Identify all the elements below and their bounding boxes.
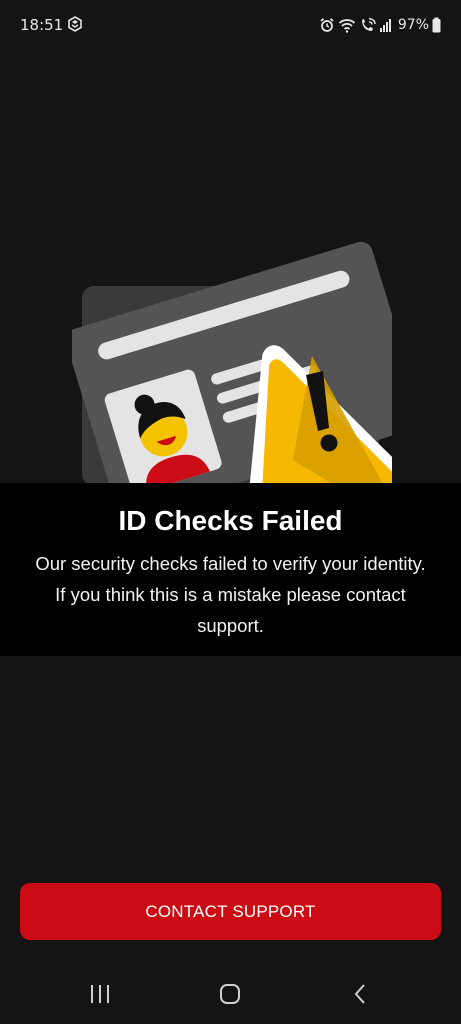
recent-apps-icon (91, 985, 109, 1003)
signal-icon (379, 19, 391, 32)
alarm-icon (320, 18, 334, 32)
id-check-illustration (72, 241, 392, 483)
system-navigation-bar (0, 963, 461, 1024)
back-button[interactable] (340, 977, 380, 1011)
battery-level: 97% (397, 17, 429, 33)
page-title: ID Checks Failed (118, 505, 343, 536)
home-button[interactable] (210, 977, 250, 1011)
wifi-icon (338, 19, 355, 33)
contact-support-button[interactable]: CONTACT SUPPORT (20, 883, 441, 940)
status-bar: 18:51 97% (0, 0, 461, 52)
status-time: 18:51 (20, 16, 64, 34)
wifi-calling-icon (361, 18, 376, 31)
status-icons: 97% (319, 14, 441, 36)
back-icon (354, 984, 365, 1004)
home-icon (220, 984, 240, 1004)
battery-icon (432, 17, 441, 33)
app-notification-icon (68, 16, 82, 32)
recent-apps-button[interactable] (80, 977, 120, 1011)
error-description: Our security checks failed to verify you… (35, 553, 426, 636)
